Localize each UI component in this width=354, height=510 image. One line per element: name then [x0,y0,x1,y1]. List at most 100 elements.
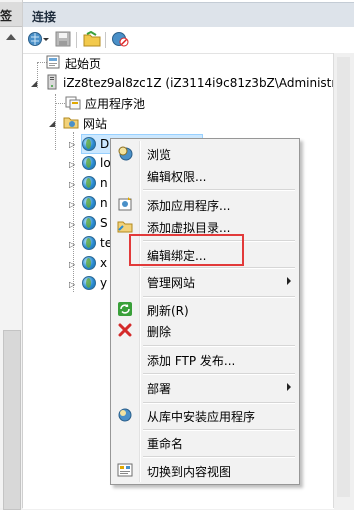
tree-item-site[interactable]: x [82,254,107,272]
disconnect-icon [111,31,129,50]
start-page-icon [45,54,61,73]
server-icon [45,74,59,93]
connect-button[interactable] [27,31,49,49]
site-label: y [100,276,108,290]
app-pools-label: 应用程序池 [85,96,146,111]
tree-scrollbar[interactable] [333,53,354,508]
left-panel-header: 签 [0,2,22,27]
tree-item-site[interactable]: lo [82,154,111,172]
site-globe-icon [82,236,96,250]
tree-item-sites[interactable]: 网站 [63,114,107,132]
tree-item-start-page[interactable]: 起始页 [45,54,101,72]
app-pools-icon [65,94,81,113]
tree-item-site[interactable]: y [82,274,107,292]
tree-item-site[interactable]: te [82,234,112,252]
server-label: iZz8tez9al8zc1Z (iZ3114i9c81z3bZ\Adminis… [63,76,349,90]
expand-icon[interactable]: ▷ [69,140,75,149]
menu-item-label: 删除 [147,325,172,339]
site-label: n [100,196,108,210]
menu-item-switch-content-view[interactable]: 切换到内容视图 [113,459,297,481]
menu-item-install-from-gallery[interactable]: 从库中安装应用程序 [113,404,297,426]
connections-title: 连接 [32,10,57,24]
menu-item-deploy[interactable]: 部署 [113,376,297,398]
add-vdir-icon [117,218,133,234]
menu-item-label: 添加 FTP 发布... [147,354,236,368]
site-globe-icon [82,176,96,190]
tree-item-server[interactable]: iZz8tez9al8zc1Z (iZ3114i9c81z3bZ\Adminis… [45,74,348,92]
menu-item-label: 刷新(R) [147,304,189,318]
delete-icon [117,322,133,338]
tree-item-site[interactable]: S [82,214,108,232]
menu-item-edit-permissions[interactable]: 编辑权限... [113,164,297,186]
toolbar-separator [76,32,77,48]
expand-icon[interactable]: ▷ [69,160,75,169]
submenu-arrow-icon [287,383,291,391]
site-globe-icon [82,196,96,210]
sites-label: 网站 [83,116,108,131]
menu-item-label: 添加应用程序... [147,199,231,213]
add-app-icon [117,196,133,212]
menu-item-label: 编辑权限... [147,170,207,184]
tree-item-site[interactable]: n [82,194,108,212]
back-globe-icon [27,31,49,50]
menu-item-rename[interactable]: 重命名 [113,431,297,453]
folder-icon [83,30,101,50]
scroll-up-arrow-icon[interactable] [6,34,16,40]
menu-item-delete[interactable]: 删除 [113,319,297,341]
content-view-icon [117,462,133,478]
menu-item-browse[interactable]: 浏览 [113,142,297,164]
tree-item-app-pools[interactable]: 应用程序池 [65,94,145,112]
refresh-icon [117,301,133,317]
expand-icon[interactable]: ▷ [69,220,75,229]
toolbar-separator [105,32,106,48]
menu-item-label: 从库中安装应用程序 [147,410,256,424]
site-label: S [100,216,108,230]
menu-separator [143,373,295,375]
menu-item-add-ftp[interactable]: 添加 FTP 发布... [113,348,297,370]
menu-item-label: 浏览 [147,148,172,162]
menu-item-label: 切换到内容视图 [147,465,232,479]
collapse-icon[interactable]: ◢ [49,119,55,128]
connections-header: 连接 [23,2,354,28]
scrollbar-thumb[interactable] [337,57,350,497]
open-button[interactable] [83,30,101,50]
site-globe-icon [82,156,96,170]
submenu-arrow-icon [287,277,291,285]
expand-icon[interactable]: ▷ [69,180,75,189]
start-page-label: 起始页 [65,56,102,71]
left-panel-strip: 签 [0,0,23,510]
menu-item-add-application[interactable]: 添加应用程序... [113,193,297,215]
menu-item-refresh[interactable]: 刷新(R) [113,298,297,320]
collapse-icon[interactable]: ◢ [31,79,37,88]
menu-separator [143,456,295,458]
sites-folder-icon [63,114,79,133]
expand-icon[interactable]: ▷ [69,200,75,209]
tree-item-site[interactable]: n [82,174,108,192]
menu-item-manage-site[interactable]: 管理网站 [113,270,297,292]
browse-icon [117,145,133,161]
save-button[interactable] [55,31,71,49]
site-globe-icon [82,276,96,290]
annotation-highlight-box [129,234,244,266]
save-icon [55,31,71,50]
menu-item-label: 管理网站 [147,276,196,290]
site-globe-icon [82,137,96,151]
connections-toolbar [23,27,354,53]
site-globe-icon [82,256,96,270]
site-label: n [100,176,108,190]
site-label: D [100,137,110,151]
site-label: x [100,256,108,270]
site-globe-icon [82,216,96,230]
menu-separator [143,189,295,191]
expand-icon[interactable]: ▷ [69,240,75,249]
left-panel-header-fragment: 签 [0,9,13,23]
site-context-menu: 浏览 编辑权限... 添加应用程序... 添加虚拟目录... 编辑绑定... 管… [110,138,300,485]
menu-item-label: 部署 [147,382,172,396]
disconnect-button[interactable] [111,31,129,49]
left-panel-scrollbar[interactable] [3,330,21,510]
menu-separator [143,345,295,347]
expand-icon[interactable]: ▷ [69,260,75,269]
install-icon [117,407,133,423]
menu-item-label: 重命名 [147,437,184,451]
expand-icon[interactable]: ▷ [69,280,75,289]
